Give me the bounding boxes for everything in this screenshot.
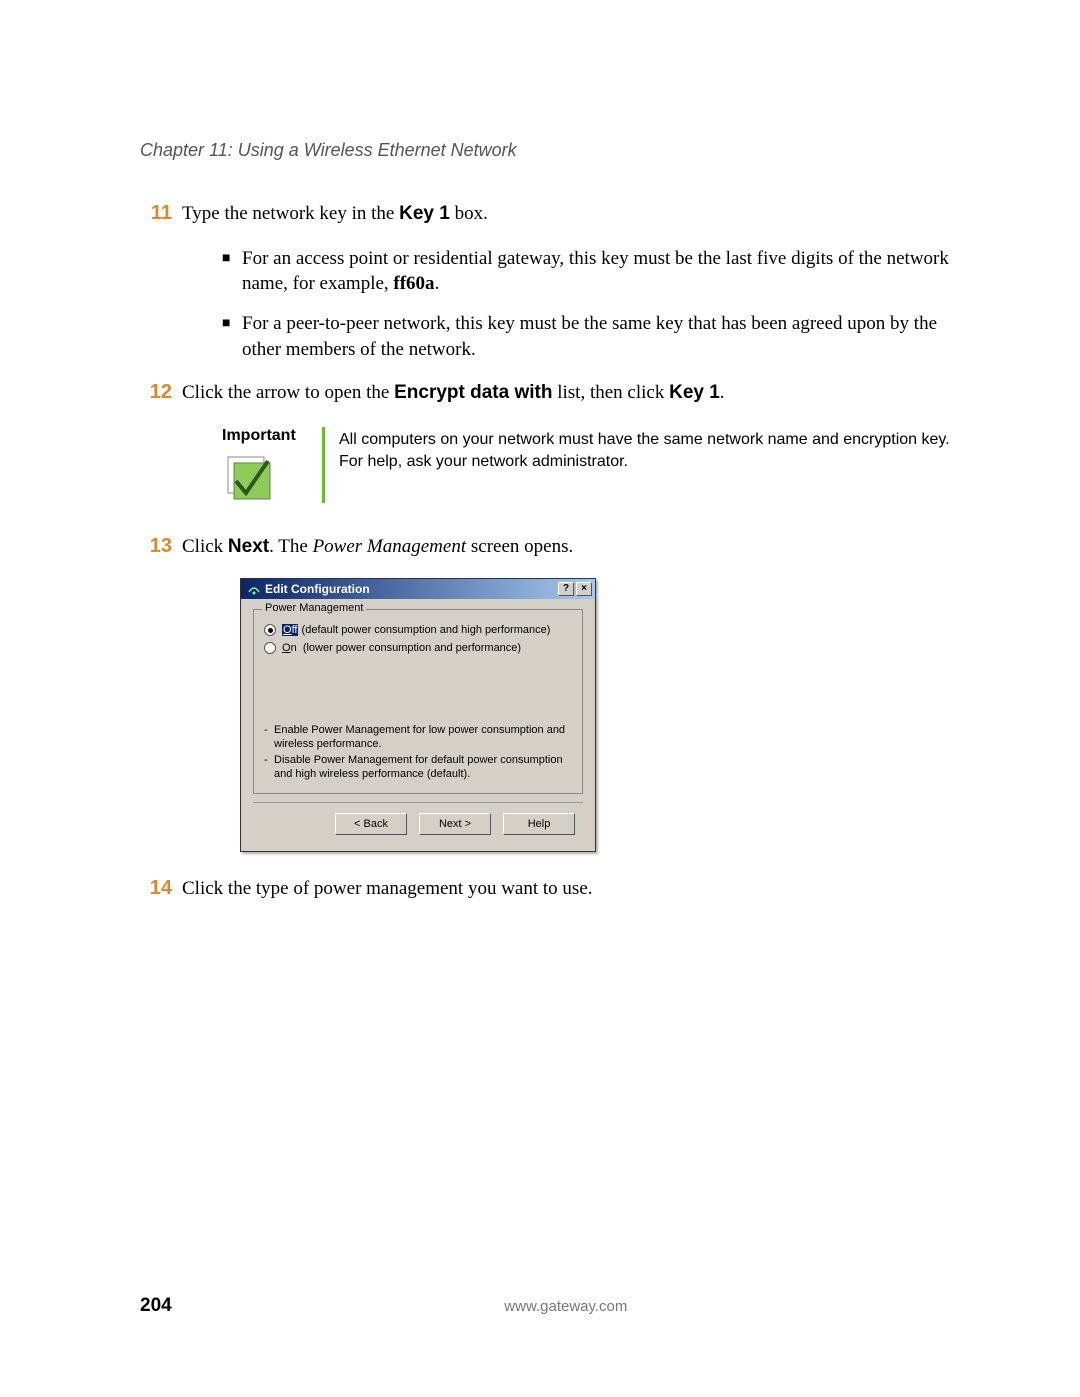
text: Click	[182, 536, 228, 557]
bullet-text: For a peer-to-peer network, this key mus…	[242, 311, 960, 362]
important-text: All computers on your network must have …	[339, 427, 960, 474]
text: list, then click	[552, 382, 669, 403]
step-number: 11	[140, 202, 172, 225]
dialog-titlebar: Edit Configuration ? ×	[241, 579, 595, 599]
step-number: 12	[140, 381, 172, 404]
radio-off-label: Off	[282, 624, 298, 636]
step-text: Click the type of power management you w…	[182, 876, 960, 903]
help-button[interactable]: Help	[503, 813, 575, 835]
wireless-icon	[247, 582, 261, 596]
text: For an access point or residential gatew…	[242, 248, 949, 295]
important-left: Important	[222, 427, 322, 506]
dialog-screenshot: Edit Configuration ? × Power Management …	[240, 578, 960, 852]
radio-on-desc: (lower power consumption and performance…	[303, 642, 521, 654]
text: For a peer-to-peer network, this key mus…	[242, 313, 937, 360]
bullet-text: For an access point or residential gatew…	[242, 246, 960, 297]
edit-configuration-dialog: Edit Configuration ? × Power Management …	[240, 578, 596, 852]
text: .	[435, 273, 440, 294]
chapter-header: Chapter 11: Using a Wireless Ethernet Ne…	[140, 140, 960, 161]
radio-on[interactable]: On (lower power consumption and performa…	[264, 642, 572, 654]
bullet-marker-icon: ■	[222, 250, 242, 297]
bullet-item: ■ For a peer-to-peer network, this key m…	[222, 311, 960, 362]
text: screen opens.	[466, 536, 573, 557]
hint-text: Enable Power Management for low power co…	[274, 724, 572, 752]
bold-label: Key 1	[399, 203, 450, 224]
page-number: 204	[140, 1295, 172, 1317]
important-callout: Important All computers on your network …	[222, 427, 960, 506]
bold-label: Next	[228, 536, 269, 557]
document-page: Chapter 11: Using a Wireless Ethernet Ne…	[0, 0, 1080, 981]
dash-icon: -	[264, 724, 274, 752]
bullet-marker-icon: ■	[222, 315, 242, 362]
power-management-fieldset: Power Management Off (default power cons…	[253, 609, 583, 794]
text: Type the network key in the	[182, 203, 399, 224]
step-text: Click the arrow to open the Encrypt data…	[182, 380, 960, 407]
step-number: 14	[140, 877, 172, 900]
step-number: 13	[140, 535, 172, 558]
bold: ff60a	[393, 273, 434, 294]
fieldset-legend: Power Management	[262, 602, 366, 614]
dialog-close-button[interactable]: ×	[576, 582, 592, 596]
step-12: 12 Click the arrow to open the Encrypt d…	[140, 380, 960, 407]
radio-off-desc: (default power consumption and high perf…	[302, 624, 551, 636]
text: . The	[269, 536, 312, 557]
bold-label: Key 1	[669, 382, 720, 403]
step-13: 13 Click Next. The Power Management scre…	[140, 534, 960, 561]
dash-icon: -	[264, 754, 274, 782]
italic-label: Power Management	[313, 536, 467, 557]
dialog-help-button[interactable]: ?	[558, 582, 574, 596]
radio-icon	[264, 624, 276, 636]
important-label: Important	[222, 427, 322, 445]
text: .	[720, 382, 725, 403]
step-14: 14 Click the type of power management yo…	[140, 876, 960, 903]
text: box.	[450, 203, 488, 224]
bold-label: Encrypt data with	[394, 382, 552, 403]
radio-icon	[264, 642, 276, 654]
callout-divider	[322, 427, 325, 503]
next-button[interactable]: Next >	[419, 813, 491, 835]
radio-on-label: On	[282, 642, 297, 654]
hint-text: Disable Power Management for default pow…	[274, 754, 572, 782]
hint-item: - Enable Power Management for low power …	[264, 724, 572, 752]
step-text: Click Next. The Power Management screen …	[182, 534, 960, 561]
dialog-button-row: < Back Next > Help	[253, 802, 583, 839]
bullet-item: ■ For an access point or residential gat…	[222, 246, 960, 297]
footer-url: www.gateway.com	[172, 1298, 960, 1315]
radio-off[interactable]: Off (default power consumption and high …	[264, 624, 572, 636]
step-11: 11 Type the network key in the Key 1 box…	[140, 201, 960, 228]
bullet-list: ■ For an access point or residential gat…	[222, 246, 960, 363]
dialog-title: Edit Configuration	[265, 582, 370, 596]
page-footer: 204 www.gateway.com	[140, 1295, 960, 1317]
checkmark-note-icon	[222, 451, 272, 501]
dialog-body: Power Management Off (default power cons…	[241, 599, 595, 851]
back-button[interactable]: < Back	[335, 813, 407, 835]
text: Click the arrow to open the	[182, 382, 394, 403]
hint-item: - Disable Power Management for default p…	[264, 754, 572, 782]
hint-list: - Enable Power Management for low power …	[264, 724, 572, 781]
step-text: Type the network key in the Key 1 box.	[182, 201, 960, 228]
